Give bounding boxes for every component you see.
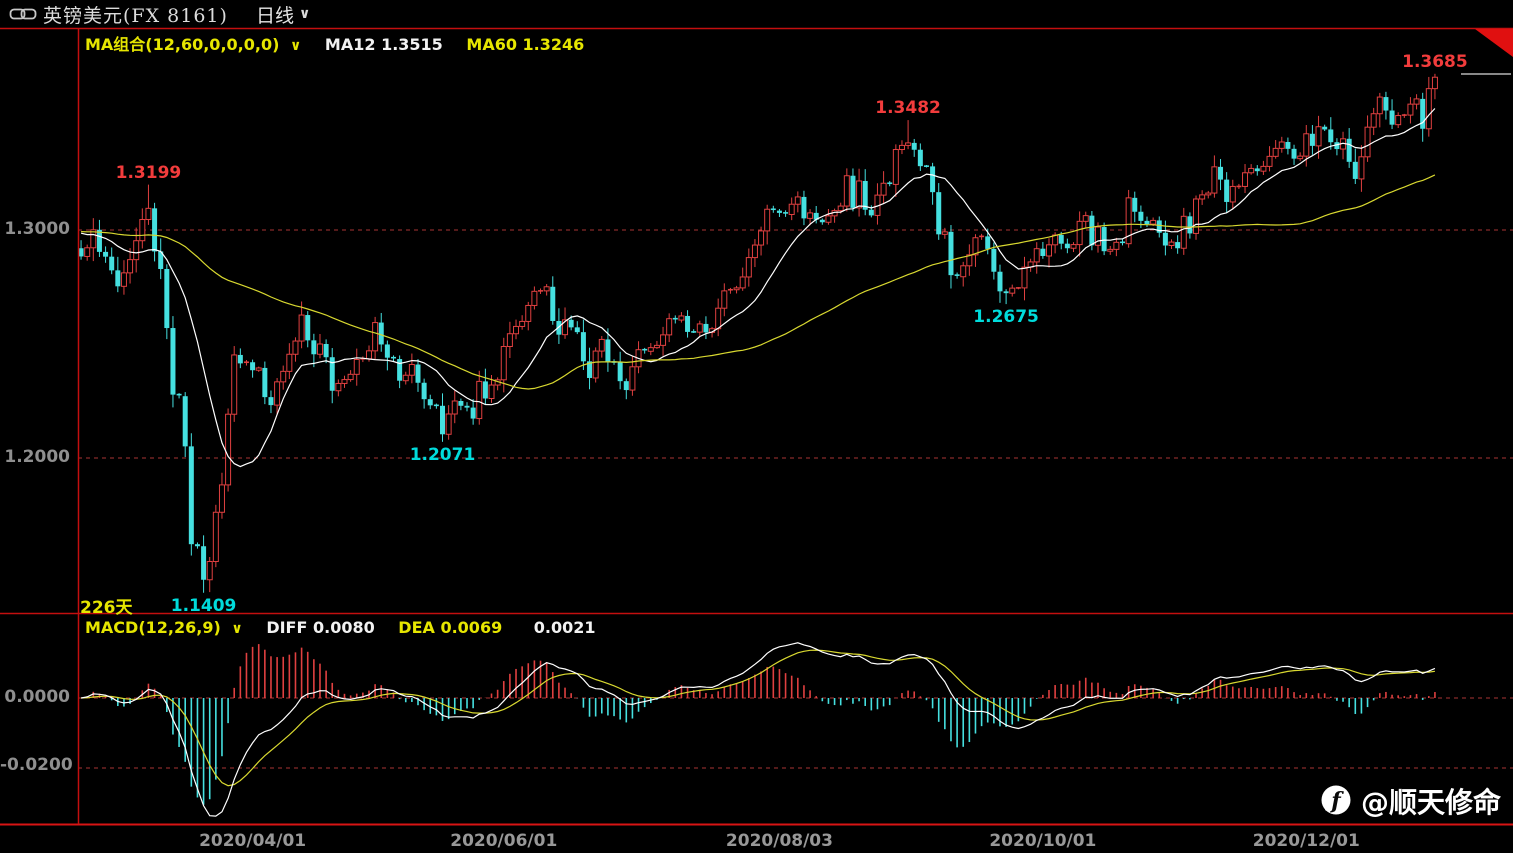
watermark-logo-icon: f — [1321, 785, 1351, 815]
macd-hist-value: 0.0021 — [533, 618, 596, 637]
main-axis-label-1-3000: 1.3000 — [4, 219, 70, 239]
x-axis-label: 2020/04/01 — [199, 831, 307, 851]
x-axis-label: 2020/12/01 — [1252, 831, 1360, 851]
ma-indicator-header: MA组合(12,60,0,0,0,0) ∨ MA12 1.3515 MA60 1… — [85, 31, 584, 55]
bar-count-label: 226天 — [80, 598, 133, 618]
moving-average-lines — [80, 108, 1436, 468]
price-annotation: 1.2675 — [973, 307, 1039, 328]
macd-histogram — [80, 642, 1436, 817]
macd-dropdown[interactable]: MACD(12,26,9) ∨ — [85, 618, 248, 637]
price-annotation: 1.3482 — [875, 98, 941, 119]
chevron-down-icon: ∨ — [289, 38, 302, 54]
price-annotation: 1.3685 — [1402, 51, 1468, 72]
gridlines — [78, 229, 1513, 769]
x-axis-label: 2020/06/01 — [450, 831, 558, 851]
main-axis-label-1-2000: 1.2000 — [4, 447, 70, 467]
x-axis-label: 2020/10/01 — [989, 831, 1097, 851]
corner-fold-icon — [1475, 29, 1513, 57]
price-annotation: 1.2071 — [409, 444, 476, 465]
price-annotation: 1.3199 — [115, 162, 182, 183]
x-axis-label: 2020/08/03 — [725, 831, 833, 851]
ma-group-label: MA组合(12,60,0,0,0,0) — [85, 35, 280, 54]
app-root: 英镑美元(FX 8161) 日线 ∨ MA组合(12,60,0,0,0,0) ∨… — [0, 0, 1513, 853]
sub-axis-label-zero: 0.0000 — [4, 687, 70, 707]
dea-value: DEA 0.0069 — [398, 618, 503, 637]
diff-value: DIFF 0.0080 — [266, 618, 375, 637]
watermark-handle: @顺天修命 — [1360, 786, 1501, 819]
macd-indicator-header: MACD(12,26,9) ∨ DIFF 0.0080 DEA 0.0069 0… — [85, 618, 596, 637]
candlesticks — [78, 73, 1438, 593]
chart-canvas[interactable] — [0, 0, 1513, 853]
sub-axis-label-neg: -0.0200 — [0, 755, 73, 775]
macd-label: MACD(12,26,9) — [85, 618, 221, 637]
ma12-value: MA12 1.3515 — [324, 35, 443, 54]
ma60-value: MA60 1.3246 — [466, 35, 585, 54]
chevron-down-icon: ∨ — [231, 621, 243, 637]
price-annotation: 1.1409 — [170, 595, 237, 616]
ma-group-dropdown[interactable]: MA组合(12,60,0,0,0,0) ∨ — [85, 35, 307, 54]
watermark: f @顺天修命 — [1319, 781, 1501, 821]
